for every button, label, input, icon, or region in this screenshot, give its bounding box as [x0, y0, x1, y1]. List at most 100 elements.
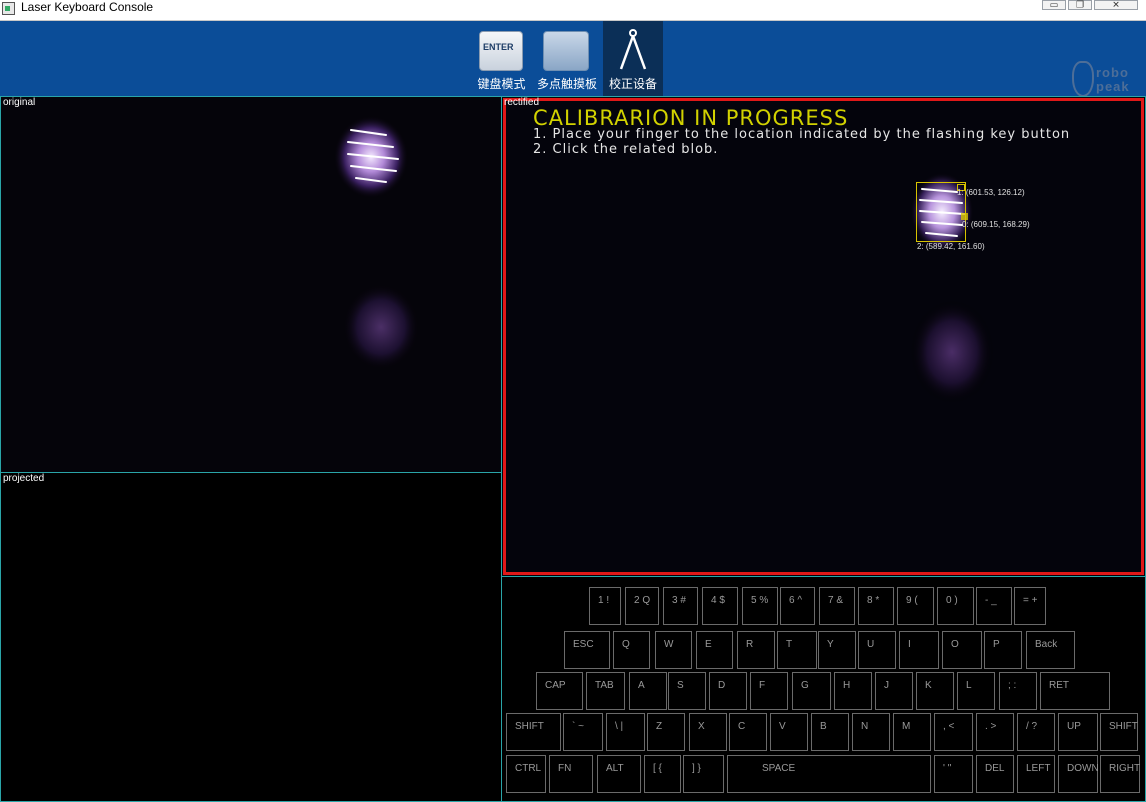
- close-button[interactable]: ✕: [1094, 0, 1138, 10]
- key-sym-3-2[interactable]: \ |: [606, 713, 645, 751]
- key-sym-4-4[interactable]: ] }: [683, 755, 724, 793]
- key-up[interactable]: UP: [1058, 713, 1098, 751]
- key-6[interactable]: 6 ^: [780, 587, 815, 625]
- key-e[interactable]: E: [696, 631, 733, 669]
- key-label: [ {: [653, 763, 662, 774]
- key-sym-4-3[interactable]: [ {: [644, 755, 681, 793]
- key-fn[interactable]: FN: [549, 755, 593, 793]
- touchpad-icon: [543, 31, 589, 71]
- key-l[interactable]: L: [957, 672, 995, 710]
- key-f[interactable]: F: [750, 672, 788, 710]
- key-cap[interactable]: CAP: [536, 672, 583, 710]
- key-u[interactable]: U: [858, 631, 896, 669]
- key-back[interactable]: Back: [1026, 631, 1075, 669]
- key-q[interactable]: Q: [613, 631, 650, 669]
- original-pane-label: original: [3, 97, 36, 108]
- key-x[interactable]: X: [689, 713, 727, 751]
- key-alt[interactable]: ALT: [597, 755, 641, 793]
- key-sym-2-11[interactable]: ; :: [999, 672, 1037, 710]
- key-r[interactable]: R: [737, 631, 775, 669]
- point-marker-0[interactable]: [961, 213, 968, 220]
- key-9[interactable]: 9 (: [897, 587, 934, 625]
- key-0[interactable]: 0 ): [937, 587, 974, 625]
- key-sym-3-10[interactable]: , <: [934, 713, 973, 751]
- key-v[interactable]: V: [770, 713, 808, 751]
- key-label: ALT: [606, 763, 624, 774]
- compass-icon: [619, 29, 647, 70]
- key-label: 5 %: [751, 595, 769, 606]
- key-sym-3-12[interactable]: / ?: [1017, 713, 1055, 751]
- rectified-pane[interactable]: rectified: [501, 96, 1146, 577]
- key-4[interactable]: 4 $: [702, 587, 738, 625]
- key-space[interactable]: SPACE: [727, 755, 931, 793]
- key-label: CAP: [545, 680, 566, 691]
- key-h[interactable]: H: [834, 672, 872, 710]
- key-down[interactable]: DOWN: [1058, 755, 1099, 793]
- key-sym-3-11[interactable]: . >: [976, 713, 1014, 751]
- key-ret[interactable]: RET: [1040, 672, 1110, 710]
- key-sym-3-1[interactable]: ` ~: [563, 713, 603, 751]
- enter-key-icon: ENTER: [479, 31, 523, 71]
- key-label: U: [867, 639, 875, 650]
- key-label: CTRL: [515, 763, 542, 774]
- key-right[interactable]: RIGHT: [1100, 755, 1140, 793]
- key-z[interactable]: Z: [647, 713, 685, 751]
- calibrate-device-button[interactable]: 校正设备: [603, 21, 663, 96]
- keyboard-mode-button[interactable]: ENTER 键盘模式: [471, 21, 532, 96]
- touchpad-mode-button[interactable]: 多点触摸板: [533, 21, 601, 96]
- key-2q[interactable]: 2 Q: [625, 587, 659, 625]
- touchpad-mode-label: 多点触摸板: [536, 77, 597, 91]
- key-k[interactable]: K: [916, 672, 954, 710]
- key-label: , <: [943, 721, 955, 732]
- key-ctrl[interactable]: CTRL: [506, 755, 546, 793]
- window-titlebar: Laser Keyboard Console ▭ ❐ ✕: [0, 0, 1146, 21]
- key-b[interactable]: B: [811, 713, 849, 751]
- key-label: P: [993, 639, 1000, 650]
- key-3[interactable]: 3 #: [663, 587, 698, 625]
- key-d[interactable]: D: [709, 672, 747, 710]
- key-c[interactable]: C: [729, 713, 767, 751]
- key-label: 1 !: [598, 595, 610, 606]
- key-p[interactable]: P: [984, 631, 1022, 669]
- key-label: 4 $: [711, 595, 725, 606]
- key-sym-0-11[interactable]: = +: [1014, 587, 1046, 625]
- key-sym-0-10[interactable]: - _: [976, 587, 1012, 625]
- minimize-button[interactable]: ▭: [1042, 0, 1066, 10]
- key-label: F: [759, 680, 766, 691]
- key-w[interactable]: W: [655, 631, 692, 669]
- key-label: J: [884, 680, 889, 691]
- key-g[interactable]: G: [792, 672, 831, 710]
- key-1[interactable]: 1 !: [589, 587, 621, 625]
- key-tab[interactable]: TAB: [586, 672, 625, 710]
- key-label: RIGHT: [1109, 763, 1141, 774]
- key-8[interactable]: 8 *: [858, 587, 894, 625]
- key-label: A: [638, 680, 645, 691]
- key-esc[interactable]: ESC: [564, 631, 610, 669]
- key-left[interactable]: LEFT: [1017, 755, 1055, 793]
- projected-pane: projected: [0, 472, 502, 802]
- key-y[interactable]: Y: [818, 631, 856, 669]
- key-i[interactable]: I: [899, 631, 939, 669]
- key-label: O: [951, 639, 959, 650]
- key-label: M: [902, 721, 911, 732]
- key-label: \ |: [615, 721, 624, 732]
- key-m[interactable]: M: [893, 713, 931, 751]
- key-t[interactable]: T: [777, 631, 817, 669]
- key-shift[interactable]: SHIFT: [1100, 713, 1138, 751]
- key-label: DEL: [985, 763, 1005, 774]
- key-label: 0 ): [946, 595, 958, 606]
- key-label: / ?: [1026, 721, 1038, 732]
- key-7[interactable]: 7 &: [819, 587, 855, 625]
- maximize-button[interactable]: ❐: [1068, 0, 1092, 10]
- key-o[interactable]: O: [942, 631, 982, 669]
- key-label: 9 (: [906, 595, 918, 606]
- key-del[interactable]: DEL: [976, 755, 1014, 793]
- key-n[interactable]: N: [852, 713, 890, 751]
- key-5[interactable]: 5 %: [742, 587, 778, 625]
- key-sym-4-6[interactable]: ' ": [934, 755, 973, 793]
- key-j[interactable]: J: [875, 672, 913, 710]
- projected-pane-label: projected: [3, 473, 45, 484]
- key-s[interactable]: S: [668, 672, 706, 710]
- key-shift[interactable]: SHIFT: [506, 713, 561, 751]
- key-a[interactable]: A: [629, 672, 667, 710]
